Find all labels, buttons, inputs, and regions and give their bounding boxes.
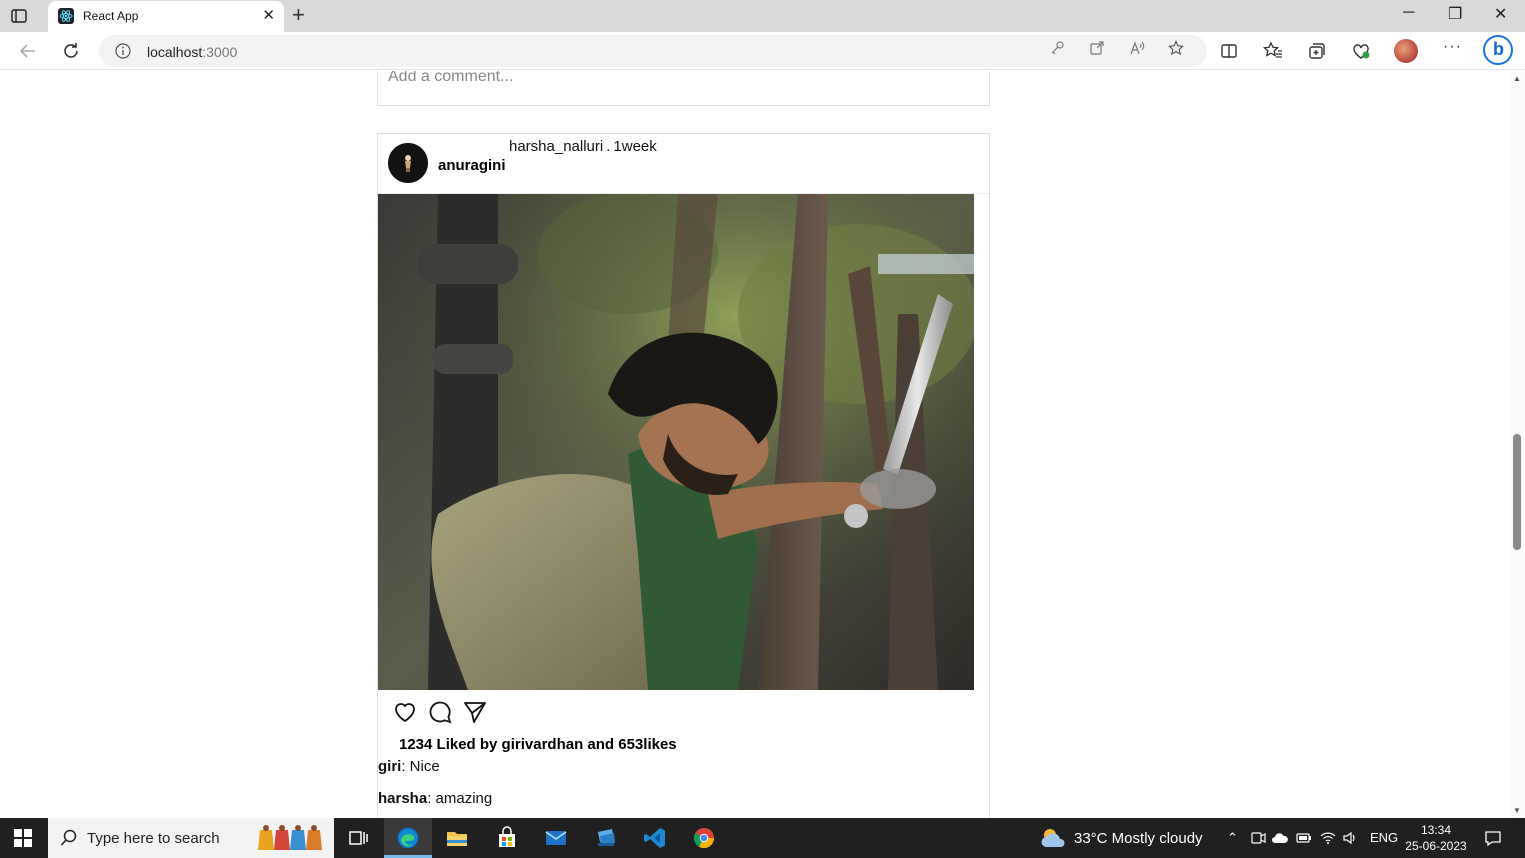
comment-text: : Nice — [401, 758, 440, 775]
chrome-icon[interactable] — [680, 818, 728, 858]
documents-app-icon[interactable] — [582, 818, 630, 858]
post-card: anuragini harsha_nalluri. 1week 1234 Lik… — [377, 133, 990, 818]
post-author[interactable]: harsha_nalluri — [509, 138, 603, 155]
previous-post-footer — [377, 71, 990, 106]
key-icon[interactable] — [1049, 40, 1065, 56]
comment-username[interactable]: giri — [378, 758, 401, 775]
post-username[interactable]: anuragini — [438, 157, 506, 174]
show-hidden-icons-icon[interactable]: ⌃ — [1227, 830, 1238, 846]
tab-strip: React App ✕ + ─ ❐ ✕ — [0, 0, 1525, 32]
search-highlight-icon — [258, 824, 330, 852]
search-placeholder: Type here to search — [87, 830, 220, 847]
tab-title: React App — [83, 9, 139, 23]
wifi-icon[interactable] — [1320, 830, 1336, 846]
comment-bubble-icon[interactable] — [427, 699, 453, 725]
collections-icon[interactable] — [1306, 40, 1328, 62]
browser-toolbar: localhost:3000 ··· b — [0, 32, 1525, 70]
task-view-icon[interactable] — [334, 818, 382, 858]
weather-text: 33°C Mostly cloudy — [1074, 830, 1203, 847]
scrollbar-thumb[interactable] — [1513, 434, 1521, 550]
back-icon[interactable] — [17, 40, 39, 62]
windows-start-icon[interactable] — [14, 829, 32, 847]
comment-item: harsha: amazing — [378, 790, 492, 807]
page-scrollbar[interactable]: ▲ ▼ — [1510, 71, 1525, 818]
open-external-icon[interactable] — [1089, 40, 1105, 56]
react-favicon-icon — [58, 8, 74, 24]
likes-count: 1234 Liked by girivardhan and 653likes — [399, 736, 677, 753]
refresh-icon[interactable] — [60, 40, 82, 62]
split-screen-icon[interactable] — [1218, 40, 1240, 62]
taskbar-search[interactable]: Type here to search — [48, 818, 334, 858]
weather-widget[interactable]: 33°C Mostly cloudy — [1040, 827, 1210, 849]
language-indicator[interactable]: ENG — [1370, 830, 1398, 845]
post-meta-separator: . — [606, 138, 611, 155]
close-window-button[interactable]: ✕ — [1494, 4, 1507, 24]
tab-close-icon[interactable]: ✕ — [262, 8, 275, 24]
notification-center-icon[interactable] — [1484, 829, 1502, 847]
post-time: 1week — [613, 138, 657, 155]
post-meta: harsha_nalluri. 1week — [509, 138, 657, 155]
profile-avatar[interactable] — [1394, 39, 1418, 63]
share-send-icon[interactable] — [462, 699, 488, 725]
comment-text: : amazing — [427, 790, 493, 807]
restore-button[interactable]: ❐ — [1448, 4, 1462, 24]
search-icon — [60, 829, 78, 847]
page-viewport: anuragini harsha_nalluri.1week — [0, 71, 1510, 818]
site-info-icon[interactable] — [115, 43, 131, 59]
like-heart-icon[interactable] — [392, 699, 418, 725]
comment-item: giri: Nice — [378, 758, 440, 775]
cloudy-weather-icon — [1041, 829, 1065, 847]
more-options-icon[interactable]: ··· — [1443, 38, 1462, 56]
post-avatar[interactable] — [388, 143, 428, 183]
favorite-star-icon[interactable] — [1168, 40, 1184, 56]
post-image[interactable] — [378, 194, 974, 690]
onedrive-cloud-icon[interactable] — [1272, 830, 1288, 846]
mail-app-icon[interactable] — [532, 818, 580, 858]
microsoft-store-icon[interactable] — [483, 818, 531, 858]
new-tab-button[interactable]: + — [292, 4, 305, 26]
favorites-icon[interactable] — [1262, 40, 1284, 62]
meet-now-icon[interactable] — [1250, 830, 1266, 846]
comment-username[interactable]: harsha — [378, 790, 427, 807]
browser-essentials-icon[interactable] — [1350, 40, 1372, 62]
tab-actions-icon[interactable] — [10, 7, 28, 25]
address-bar[interactable]: localhost:3000 — [99, 35, 1207, 67]
file-explorer-icon[interactable] — [433, 818, 481, 858]
battery-icon[interactable] — [1296, 830, 1312, 846]
system-clock[interactable]: 13:34 25-06-2023 — [1402, 822, 1470, 854]
clock-time: 13:34 — [1420, 823, 1452, 837]
vscode-icon[interactable] — [631, 818, 679, 858]
volume-icon[interactable] — [1342, 830, 1358, 846]
browser-tab[interactable]: React App ✕ — [48, 1, 284, 32]
url-text[interactable]: localhost:3000 — [147, 44, 237, 60]
minimize-button[interactable]: ─ — [1403, 4, 1414, 22]
scroll-up-arrow-icon[interactable]: ▲ — [1513, 74, 1521, 83]
edge-app-icon[interactable] — [384, 818, 432, 858]
post-header: anuragini harsha_nalluri. 1week — [378, 134, 989, 194]
read-aloud-icon[interactable] — [1129, 40, 1145, 56]
scroll-down-arrow-icon[interactable]: ▼ — [1513, 806, 1521, 815]
clock-date: 25-06-2023 — [1405, 839, 1467, 853]
taskbar: Type here to search 33°C Mostly cloudy ⌃ — [0, 818, 1525, 858]
bing-chat-icon[interactable]: b — [1483, 35, 1513, 65]
comment-input[interactable] — [388, 71, 978, 85]
